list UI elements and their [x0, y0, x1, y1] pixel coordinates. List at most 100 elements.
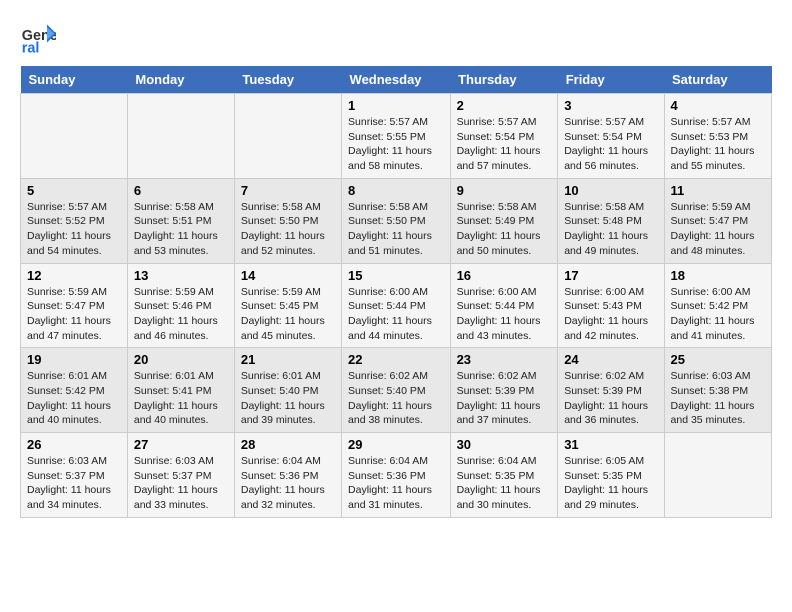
day-cell: 30Sunrise: 6:04 AM Sunset: 5:35 PM Dayli…	[450, 433, 558, 518]
weekday-friday: Friday	[558, 66, 664, 94]
day-info: Sunrise: 6:03 AM Sunset: 5:37 PM Dayligh…	[134, 454, 228, 513]
day-cell	[127, 94, 234, 179]
day-cell: 20Sunrise: 6:01 AM Sunset: 5:41 PM Dayli…	[127, 348, 234, 433]
day-cell: 23 Sunrise: 6:02 AM Sunset: 5:39 PM Dayli…	[450, 348, 558, 433]
day-cell: 28Sunrise: 6:04 AM Sunset: 5:36 PM Dayli…	[234, 433, 341, 518]
day-info: Sunrise: 6:05 AM Sunset: 5:35 PM Dayligh…	[564, 454, 657, 513]
day-info: Sunrise: 6:02 AM Sunset: 5:39 PM Dayligh…	[564, 369, 657, 428]
day-number: 9	[457, 183, 552, 198]
day-number: 28	[241, 437, 335, 452]
day-cell: 4 Sunrise: 5:57 AM Sunset: 5:53 PM Daylig…	[664, 94, 771, 179]
day-cell: 27 Sunrise: 6:03 AM Sunset: 5:37 PM Dayli…	[127, 433, 234, 518]
day-cell: 2 Sunrise: 5:57 AM Sunset: 5:54 PM Daylig…	[450, 94, 558, 179]
day-number: 11	[671, 183, 765, 198]
week-row-4: 19 Sunrise: 6:01 AM Sunset: 5:42 PM Dayli…	[21, 348, 772, 433]
week-row-3: 12 Sunrise: 5:59 AM Sunset: 5:47 PM Dayli…	[21, 263, 772, 348]
day-info: Sunrise: 5:58 AM Sunset: 5:49 PM Dayligh…	[457, 200, 552, 259]
day-number: 20	[134, 352, 228, 367]
weekday-wednesday: Wednesday	[342, 66, 451, 94]
day-cell: 15 Sunrise: 6:00 AM Sunset: 5:44 PM Dayli…	[342, 263, 451, 348]
day-cell: 29 Sunrise: 6:04 AM Sunset: 5:36 PM Dayli…	[342, 433, 451, 518]
day-number: 5	[27, 183, 121, 198]
logo: Gene ral	[20, 20, 60, 56]
day-cell: 1 Sunrise: 5:57 AM Sunset: 5:55 PM Daylig…	[342, 94, 451, 179]
day-number: 16	[457, 268, 552, 283]
day-info: Sunrise: 5:57 AM Sunset: 5:53 PM Dayligh…	[671, 115, 765, 174]
day-cell: 31Sunrise: 6:05 AM Sunset: 5:35 PM Dayli…	[558, 433, 664, 518]
weekday-tuesday: Tuesday	[234, 66, 341, 94]
calendar-body: 1 Sunrise: 5:57 AM Sunset: 5:55 PM Daylig…	[21, 94, 772, 518]
day-info: Sunrise: 5:59 AM Sunset: 5:45 PM Dayligh…	[241, 285, 335, 344]
weekday-header-row: SundayMondayTuesdayWednesdayThursdayFrid…	[21, 66, 772, 94]
day-info: Sunrise: 6:01 AM Sunset: 5:42 PM Dayligh…	[27, 369, 121, 428]
week-row-2: 5 Sunrise: 5:57 AM Sunset: 5:52 PM Daylig…	[21, 178, 772, 263]
day-info: Sunrise: 6:00 AM Sunset: 5:44 PM Dayligh…	[348, 285, 444, 344]
day-info: Sunrise: 5:57 AM Sunset: 5:52 PM Dayligh…	[27, 200, 121, 259]
day-number: 15	[348, 268, 444, 283]
day-number: 10	[564, 183, 657, 198]
day-number: 14	[241, 268, 335, 283]
day-number: 29	[348, 437, 444, 452]
day-info: Sunrise: 6:02 AM Sunset: 5:40 PM Dayligh…	[348, 369, 444, 428]
day-number: 27	[134, 437, 228, 452]
day-info: Sunrise: 5:57 AM Sunset: 5:54 PM Dayligh…	[564, 115, 657, 174]
day-info: Sunrise: 6:03 AM Sunset: 5:37 PM Dayligh…	[27, 454, 121, 513]
day-cell: 26Sunrise: 6:03 AM Sunset: 5:37 PM Dayli…	[21, 433, 128, 518]
day-cell: 21 Sunrise: 6:01 AM Sunset: 5:40 PM Dayli…	[234, 348, 341, 433]
weekday-sunday: Sunday	[21, 66, 128, 94]
day-info: Sunrise: 6:01 AM Sunset: 5:40 PM Dayligh…	[241, 369, 335, 428]
day-cell: 5 Sunrise: 5:57 AM Sunset: 5:52 PM Daylig…	[21, 178, 128, 263]
day-cell: 10 Sunrise: 5:58 AM Sunset: 5:48 PM Dayli…	[558, 178, 664, 263]
day-number: 17	[564, 268, 657, 283]
day-number: 7	[241, 183, 335, 198]
day-info: Sunrise: 5:59 AM Sunset: 5:47 PM Dayligh…	[27, 285, 121, 344]
day-number: 21	[241, 352, 335, 367]
weekday-monday: Monday	[127, 66, 234, 94]
day-info: Sunrise: 5:58 AM Sunset: 5:50 PM Dayligh…	[241, 200, 335, 259]
day-number: 24	[564, 352, 657, 367]
day-cell	[664, 433, 771, 518]
day-info: Sunrise: 5:59 AM Sunset: 5:47 PM Dayligh…	[671, 200, 765, 259]
day-number: 13	[134, 268, 228, 283]
day-cell: 8Sunrise: 5:58 AM Sunset: 5:50 PM Daylig…	[342, 178, 451, 263]
day-info: Sunrise: 6:04 AM Sunset: 5:36 PM Dayligh…	[348, 454, 444, 513]
day-cell: 6Sunrise: 5:58 AM Sunset: 5:51 PM Daylig…	[127, 178, 234, 263]
day-info: Sunrise: 5:57 AM Sunset: 5:55 PM Dayligh…	[348, 115, 444, 174]
day-info: Sunrise: 6:00 AM Sunset: 5:42 PM Dayligh…	[671, 285, 765, 344]
day-info: Sunrise: 5:58 AM Sunset: 5:50 PM Dayligh…	[348, 200, 444, 259]
day-number: 4	[671, 98, 765, 113]
day-info: Sunrise: 6:02 AM Sunset: 5:39 PM Dayligh…	[457, 369, 552, 428]
weekday-saturday: Saturday	[664, 66, 771, 94]
day-number: 22	[348, 352, 444, 367]
logo-icon: Gene ral	[20, 20, 56, 56]
week-row-1: 1 Sunrise: 5:57 AM Sunset: 5:55 PM Daylig…	[21, 94, 772, 179]
calendar-table: SundayMondayTuesdayWednesdayThursdayFrid…	[20, 66, 772, 518]
day-info: Sunrise: 6:04 AM Sunset: 5:35 PM Dayligh…	[457, 454, 552, 513]
day-cell: 25Sunrise: 6:03 AM Sunset: 5:38 PM Dayli…	[664, 348, 771, 433]
day-cell: 24 Sunrise: 6:02 AM Sunset: 5:39 PM Dayli…	[558, 348, 664, 433]
day-number: 23	[457, 352, 552, 367]
day-cell	[21, 94, 128, 179]
day-cell: 3 Sunrise: 5:57 AM Sunset: 5:54 PM Daylig…	[558, 94, 664, 179]
day-number: 12	[27, 268, 121, 283]
day-info: Sunrise: 5:57 AM Sunset: 5:54 PM Dayligh…	[457, 115, 552, 174]
day-cell: 12 Sunrise: 5:59 AM Sunset: 5:47 PM Dayli…	[21, 263, 128, 348]
day-cell: 7 Sunrise: 5:58 AM Sunset: 5:50 PM Daylig…	[234, 178, 341, 263]
day-info: Sunrise: 6:00 AM Sunset: 5:44 PM Dayligh…	[457, 285, 552, 344]
week-row-5: 26Sunrise: 6:03 AM Sunset: 5:37 PM Dayli…	[21, 433, 772, 518]
day-cell: 19 Sunrise: 6:01 AM Sunset: 5:42 PM Dayli…	[21, 348, 128, 433]
day-cell: 9 Sunrise: 5:58 AM Sunset: 5:49 PM Daylig…	[450, 178, 558, 263]
day-cell: 22 Sunrise: 6:02 AM Sunset: 5:40 PM Dayli…	[342, 348, 451, 433]
day-number: 18	[671, 268, 765, 283]
day-cell: 18 Sunrise: 6:00 AM Sunset: 5:42 PM Dayli…	[664, 263, 771, 348]
day-info: Sunrise: 6:00 AM Sunset: 5:43 PM Dayligh…	[564, 285, 657, 344]
day-number: 3	[564, 98, 657, 113]
day-number: 1	[348, 98, 444, 113]
day-number: 19	[27, 352, 121, 367]
weekday-thursday: Thursday	[450, 66, 558, 94]
day-info: Sunrise: 6:03 AM Sunset: 5:38 PM Dayligh…	[671, 369, 765, 428]
day-cell: 13Sunrise: 5:59 AM Sunset: 5:46 PM Dayli…	[127, 263, 234, 348]
day-number: 2	[457, 98, 552, 113]
day-cell: 14 Sunrise: 5:59 AM Sunset: 5:45 PM Dayli…	[234, 263, 341, 348]
day-info: Sunrise: 5:58 AM Sunset: 5:48 PM Dayligh…	[564, 200, 657, 259]
